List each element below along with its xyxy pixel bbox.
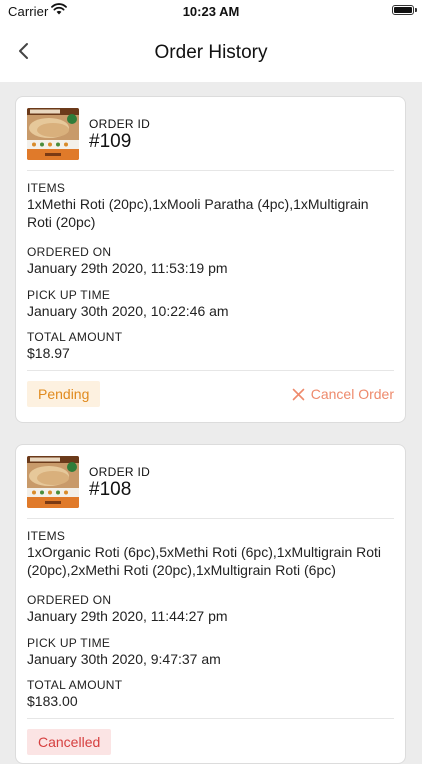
status-badge: Pending: [27, 381, 101, 407]
status-bar: Carrier 10:23 AM: [0, 0, 422, 24]
ordered-on-label: ORDERED ON: [27, 245, 112, 259]
items-value: 1xMethi Roti (20pc),1xMooli Paratha (4pc…: [27, 196, 369, 230]
divider: [27, 518, 394, 519]
ordered-on-label: ORDERED ON: [27, 593, 112, 607]
product-thumbnail: [27, 456, 79, 508]
ordered-on-value: January 29th 2020, 11:44:27 pm: [27, 608, 228, 624]
order-id: #109: [89, 131, 132, 152]
divider: [27, 170, 394, 171]
ordered-on-value: January 29th 2020, 11:53:19 pm: [27, 260, 228, 276]
items-label: ITEMS: [27, 181, 66, 195]
order-card: ORDER ID #108 ITEMS 1xOrganic Roti (6pc)…: [15, 444, 406, 764]
order-id-label: ORDER ID: [89, 117, 151, 131]
order-card: ORDER ID #109 ITEMS 1xMethi Roti (20pc),…: [15, 96, 406, 423]
order-id-label: ORDER ID: [89, 465, 151, 479]
close-icon: [292, 388, 305, 400]
order-id: #108: [89, 479, 132, 500]
total-amount-value: $183.00: [27, 693, 78, 709]
battery-icon: [392, 5, 414, 15]
items-value: 1xOrganic Roti (6pc),5xMethi Roti (6pc),…: [27, 544, 382, 578]
pickup-time-label: PICK UP TIME: [27, 288, 111, 302]
navigation-bar: Order History: [0, 24, 422, 82]
status-badge: Cancelled: [27, 729, 112, 755]
pickup-time-value: January 30th 2020, 10:22:46 am: [27, 303, 229, 319]
divider: [27, 370, 394, 371]
cancel-order-label: Cancel Order: [310, 386, 394, 402]
clock: 10:23 AM: [182, 4, 240, 19]
pickup-time-value: January 30th 2020, 9:47:37 am: [27, 651, 221, 667]
total-amount-label: TOTAL AMOUNT: [27, 330, 123, 344]
total-amount-label: TOTAL AMOUNT: [27, 678, 123, 692]
cancel-order-button[interactable]: Cancel Order: [292, 381, 394, 407]
items-label: ITEMS: [27, 529, 66, 543]
product-thumbnail: [27, 108, 79, 160]
pickup-time-label: PICK UP TIME: [27, 636, 111, 650]
page-title: Order History: [154, 42, 268, 63]
divider: [27, 718, 394, 719]
total-amount-value: $18.97: [27, 345, 70, 361]
battery-tip: [415, 8, 417, 12]
